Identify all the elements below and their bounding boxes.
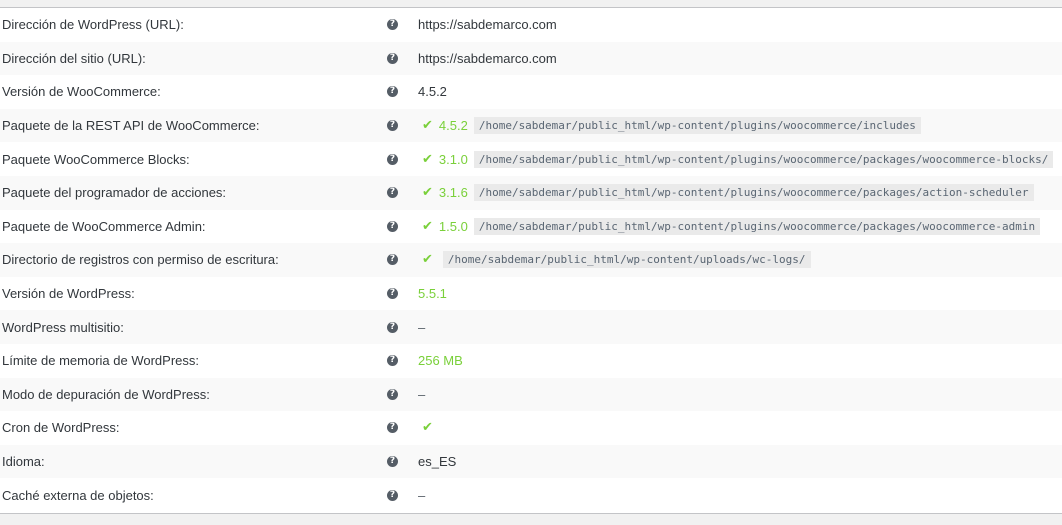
row-label: WordPress multisitio: — [2, 319, 124, 335]
row-label: Paquete WooCommerce Blocks: — [2, 151, 190, 167]
help-icon[interactable]: ? — [387, 422, 398, 434]
help-icon[interactable]: ? — [387, 321, 398, 333]
table-row: Paquete de la REST API de WooCommerce: ?… — [0, 108, 1062, 143]
table-row: WordPress multisitio: ? – — [0, 310, 1062, 344]
package-version: 4.5.2 — [438, 118, 468, 134]
table-row: Límite de memoria de WordPress: ? 256 MB — [0, 344, 1062, 378]
row-value: ✔ /home/sabdemar/public_html/wp-content/… — [422, 251, 811, 269]
table-row: Caché externa de objetos: ? – — [0, 478, 1062, 512]
row-label: Paquete de la REST API de WooCommerce: — [2, 118, 260, 134]
table-row: Modo de depuración de WordPress: ? – — [0, 377, 1062, 412]
checkmark-icon: ✔ — [422, 252, 433, 268]
row-label: Caché externa de objetos: — [2, 487, 154, 503]
help-icon[interactable]: ? — [387, 153, 398, 165]
row-label: Paquete del programador de acciones: — [2, 185, 227, 201]
row-value: 256 MB — [418, 353, 463, 369]
help-icon[interactable]: ? — [387, 254, 398, 266]
table-row: Dirección de WordPress (URL): ? https://… — [0, 8, 1062, 42]
row-label: Versión de WordPress: — [2, 286, 135, 302]
table-row: Paquete de WooCommerce Admin: ? ✔ 1.5.0 … — [0, 210, 1062, 244]
package-version: 3.1.6 — [438, 185, 468, 201]
checkmark-icon: ✔ — [422, 151, 433, 167]
row-label: Cron de WordPress: — [2, 420, 120, 436]
help-icon[interactable]: ? — [387, 388, 398, 400]
table-row: Paquete del programador de acciones: ? ✔… — [0, 175, 1062, 210]
table-row: Paquete WooCommerce Blocks: ? ✔ 3.1.0 /h… — [0, 142, 1062, 176]
help-icon[interactable]: ? — [387, 52, 398, 64]
checkmark-icon: ✔ — [422, 420, 433, 436]
row-value: ✔ 3.1.0 /home/sabdemar/public_html/wp-co… — [422, 150, 1054, 168]
status-table: Dirección de WordPress (URL): ? https://… — [0, 7, 1062, 514]
row-value: ✔ 1.5.0 /home/sabdemar/public_html/wp-co… — [422, 217, 1041, 235]
checkmark-icon: ✔ — [422, 118, 433, 134]
log-directory-path: /home/sabdemar/public_html/wp-content/up… — [442, 251, 811, 269]
package-path: /home/sabdemar/public_html/wp-content/pl… — [473, 184, 1034, 202]
row-value: ✔ 4.5.2 /home/sabdemar/public_html/wp-co… — [422, 117, 921, 135]
package-version: 3.1.0 — [438, 151, 468, 167]
row-value: – — [418, 319, 426, 335]
row-value: https://sabdemarco.com — [418, 50, 557, 66]
table-row: Idioma: ? es_ES — [0, 444, 1062, 479]
table-row: Cron de WordPress: ? ✔ — [0, 411, 1062, 445]
help-icon[interactable]: ? — [387, 187, 398, 199]
row-value: es_ES — [418, 454, 457, 470]
row-label: Modo de depuración de WordPress: — [2, 386, 210, 402]
row-label: Idioma: — [2, 454, 45, 470]
row-label: Paquete de WooCommerce Admin: — [2, 218, 206, 234]
row-value: – — [418, 386, 426, 402]
checkmark-icon: ✔ — [422, 185, 433, 201]
row-value: ✔ — [422, 420, 439, 435]
help-icon[interactable]: ? — [387, 86, 398, 98]
help-icon[interactable]: ? — [387, 220, 398, 232]
row-value: 5.5.1 — [418, 286, 447, 302]
row-label: Dirección de WordPress (URL): — [2, 17, 184, 33]
table-row: Versión de WooCommerce: ? 4.5.2 — [0, 75, 1062, 109]
row-value: 4.5.2 — [418, 84, 447, 100]
row-value: – — [418, 487, 426, 503]
package-path: /home/sabdemar/public_html/wp-content/pl… — [473, 217, 1041, 235]
row-label: Versión de WooCommerce: — [2, 84, 161, 100]
checkmark-icon: ✔ — [422, 218, 433, 234]
row-label: Directorio de registros con permiso de e… — [2, 252, 279, 268]
row-label: Límite de memoria de WordPress: — [2, 353, 199, 369]
package-version: 1.5.0 — [438, 218, 468, 234]
row-value: https://sabdemarco.com — [418, 17, 557, 33]
row-value: ✔ 3.1.6 /home/sabdemar/public_html/wp-co… — [422, 184, 1034, 202]
help-icon[interactable]: ? — [387, 19, 398, 31]
row-label: Dirección del sitio (URL): — [2, 50, 146, 66]
help-icon[interactable]: ? — [387, 288, 398, 300]
package-path: /home/sabdemar/public_html/wp-content/pl… — [473, 117, 921, 135]
help-icon[interactable]: ? — [387, 120, 398, 132]
table-row: Directorio de registros con permiso de e… — [0, 243, 1062, 277]
package-path: /home/sabdemar/public_html/wp-content/pl… — [473, 150, 1054, 168]
table-row: Versión de WordPress: ? 5.5.1 — [0, 277, 1062, 311]
help-icon[interactable]: ? — [387, 456, 398, 468]
table-row: Dirección del sitio (URL): ? https://sab… — [0, 41, 1062, 76]
help-icon[interactable]: ? — [387, 489, 398, 501]
help-icon[interactable]: ? — [387, 355, 398, 367]
